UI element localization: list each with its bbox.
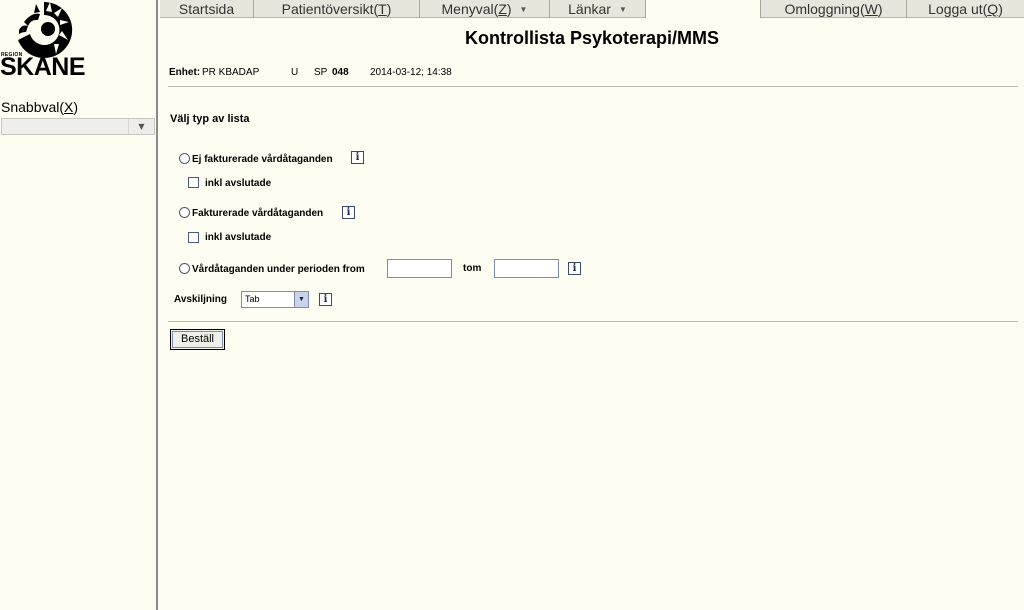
logo-emblem-icon [18, 1, 73, 58]
unit-value: PR KBADAP [202, 67, 260, 78]
section-title: Välj typ av lista [170, 113, 250, 125]
menu-menyval[interactable]: Menyval(Z) ▼ [420, 0, 550, 18]
info-icon[interactable]: i [568, 262, 581, 275]
info-icon[interactable]: i [319, 293, 332, 306]
separator-select[interactable]: Tab ▼ [241, 291, 309, 308]
separator-value: Tab [245, 294, 260, 304]
menu-links[interactable]: Länkar ▼ [550, 0, 646, 18]
menu-logout[interactable]: Logga ut(Q) [907, 0, 1024, 18]
checkbox-include-closed-unbilled[interactable] [188, 177, 199, 188]
radio-unbilled[interactable] [179, 153, 190, 164]
info-icon[interactable]: i [351, 151, 364, 164]
unit-code: U [291, 67, 299, 78]
radio-billed[interactable] [179, 207, 190, 218]
divider [168, 321, 1018, 322]
sp-label: SP [314, 67, 328, 78]
label-period: Vårdåtaganden under perioden from [192, 264, 365, 275]
label-include-closed-billed: inkl avslutade [205, 232, 272, 243]
chevron-down-icon[interactable]: ▼ [294, 292, 308, 307]
top-menu-bar: Startsida Patientöversikt(T) Menyval(Z) ▼… [160, 0, 1024, 18]
region-skane-logo: REGION SKÅNE [0, 0, 90, 82]
label-billed: Fakturerade vårdåtaganden [192, 208, 324, 219]
to-date-input[interactable] [494, 259, 559, 278]
quick-select-label: Snabbval(X) [1, 99, 79, 115]
label-unbilled: Ej fakturerade vårdåtaganden [192, 154, 333, 165]
radio-period[interactable] [179, 263, 190, 274]
sidebar: REGION SKÅNE Snabbval(X) ▼ [0, 0, 158, 610]
menu-startsida[interactable]: Startsida [160, 0, 254, 18]
label-separator: Avskiljning [174, 294, 227, 305]
divider [168, 86, 1018, 87]
chevron-down-icon: ▼ [519, 5, 528, 14]
label-to: tom [463, 263, 482, 274]
quick-select-dropdown[interactable]: ▼ [1, 118, 155, 135]
sp-value: 048 [332, 67, 349, 78]
menu-spacer [646, 0, 760, 18]
logo-skane-text: SKÅNE [0, 53, 86, 81]
page-title: Kontrollista Psykoterapi/MMS [464, 28, 720, 48]
unit-label: Enhet: [169, 67, 201, 78]
chevron-down-icon: ▼ [618, 5, 627, 14]
label-include-closed-unbilled: inkl avslutade [205, 178, 272, 189]
menu-relogin[interactable]: Omloggning(W) [760, 0, 907, 18]
datetime: 2014-03-12; 14:38 [370, 67, 452, 78]
chevron-down-icon[interactable]: ▼ [128, 119, 154, 134]
from-date-input[interactable] [387, 259, 452, 278]
menu-patient-overview[interactable]: Patientöversikt(T) [254, 0, 420, 18]
checkbox-include-closed-billed[interactable] [188, 232, 199, 243]
info-icon[interactable]: i [342, 206, 355, 219]
order-button[interactable]: Beställ [170, 329, 225, 350]
main-content: Kontrollista Psykoterapi/MMS Enhet: PR K… [160, 19, 1024, 610]
